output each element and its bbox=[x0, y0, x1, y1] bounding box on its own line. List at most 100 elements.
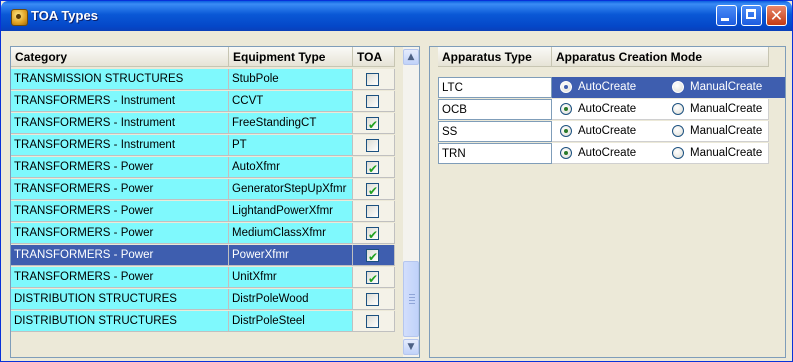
auto-create-radio[interactable] bbox=[560, 147, 572, 159]
table-row[interactable]: TRANSFORMERS - Power LightandPowerXfmr bbox=[11, 201, 395, 223]
scroll-down-button[interactable]: ▼ bbox=[403, 339, 419, 355]
creation-mode-cell: AutoCreate ManualCreate bbox=[552, 121, 769, 142]
auto-create-label[interactable]: AutoCreate bbox=[578, 143, 636, 164]
toa-checkbox[interactable]: ✔ bbox=[366, 161, 379, 176]
manual-create-label[interactable]: ManualCreate bbox=[690, 143, 762, 164]
manual-create-radio[interactable] bbox=[672, 103, 684, 115]
auto-create-label[interactable]: AutoCreate bbox=[578, 99, 636, 120]
toa-cell bbox=[353, 201, 395, 222]
toa-types-window: TOA Types ✕ Category Equipment Type TOA … bbox=[0, 0, 793, 362]
column-header-apparatus-type[interactable]: Apparatus Type bbox=[438, 47, 552, 67]
auto-create-radio[interactable] bbox=[560, 125, 572, 137]
table-row[interactable]: TRANSFORMERS - Instrument CCVT bbox=[11, 91, 395, 113]
table-row[interactable]: TRANSFORMERS - Power GeneratorStepUpXfmr ✔ bbox=[11, 179, 395, 201]
category-cell[interactable]: TRANSFORMERS - Power bbox=[11, 223, 229, 244]
table-row[interactable]: TRANSFORMERS - Power PowerXfmr ✔ bbox=[11, 245, 395, 267]
toa-checkbox[interactable]: ✔ bbox=[366, 249, 379, 264]
apparatus-row[interactable]: LTC AutoCreate ManualCreate bbox=[430, 77, 785, 99]
manual-create-label[interactable]: ManualCreate bbox=[690, 77, 762, 98]
category-cell[interactable]: TRANSFORMERS - Power bbox=[11, 179, 229, 200]
toa-cell bbox=[353, 289, 395, 310]
auto-create-label[interactable]: AutoCreate bbox=[578, 77, 636, 98]
toa-cell: ✔ bbox=[353, 179, 395, 200]
apparatus-row[interactable]: TRN AutoCreate ManualCreate bbox=[430, 143, 785, 165]
category-cell[interactable]: TRANSFORMERS - Power bbox=[11, 201, 229, 222]
title-bar[interactable]: TOA Types ✕ bbox=[1, 1, 792, 31]
table-row[interactable]: TRANSFORMERS - Power MediumClassXfmr ✔ bbox=[11, 223, 395, 245]
column-header-category[interactable]: Category bbox=[11, 47, 229, 67]
table-row[interactable]: TRANSFORMERS - Instrument PT bbox=[11, 135, 395, 157]
scroll-up-button[interactable]: ▲ bbox=[403, 49, 419, 65]
toa-cell: ✔ bbox=[353, 157, 395, 178]
table-row[interactable]: TRANSMISSION STRUCTURES StubPole bbox=[11, 69, 395, 91]
category-cell[interactable]: TRANSFORMERS - Instrument bbox=[11, 91, 229, 112]
manual-create-radio[interactable] bbox=[672, 81, 684, 93]
column-header-toa[interactable]: TOA bbox=[353, 47, 395, 67]
category-cell[interactable]: TRANSFORMERS - Power bbox=[11, 157, 229, 178]
checkmark-icon: ✔ bbox=[368, 250, 379, 264]
toa-checkbox[interactable]: ✔ bbox=[366, 271, 379, 286]
scroll-thumb[interactable] bbox=[403, 261, 419, 337]
equipment-type-cell[interactable]: CCVT bbox=[229, 91, 353, 112]
equipment-type-cell[interactable]: StubPole bbox=[229, 69, 353, 90]
category-cell[interactable]: TRANSFORMERS - Power bbox=[11, 245, 229, 266]
table-row[interactable]: TRANSFORMERS - Instrument FreeStandingCT ✔ bbox=[11, 113, 395, 135]
apparatus-row[interactable]: OCB AutoCreate ManualCreate bbox=[430, 99, 785, 121]
toa-checkbox[interactable] bbox=[366, 139, 379, 152]
equipment-type-cell[interactable]: MediumClassXfmr bbox=[229, 223, 353, 244]
toa-checkbox[interactable]: ✔ bbox=[366, 117, 379, 132]
toa-checkbox[interactable] bbox=[366, 95, 379, 108]
grip-line bbox=[409, 300, 415, 301]
toa-checkbox[interactable]: ✔ bbox=[366, 227, 379, 242]
toa-checkbox[interactable]: ✔ bbox=[366, 183, 379, 198]
category-cell[interactable]: TRANSFORMERS - Instrument bbox=[11, 135, 229, 156]
auto-create-radio[interactable] bbox=[560, 81, 572, 93]
table-row[interactable]: DISTRIBUTION STRUCTURES DistrPoleWood bbox=[11, 289, 395, 311]
apparatus-type-field[interactable]: LTC bbox=[438, 77, 552, 98]
column-header-creation-mode[interactable]: Apparatus Creation Mode bbox=[552, 47, 769, 67]
category-cell[interactable]: TRANSFORMERS - Power bbox=[11, 267, 229, 288]
toa-cell bbox=[353, 91, 395, 112]
category-cell[interactable]: TRANSFORMERS - Instrument bbox=[11, 113, 229, 134]
toa-cell: ✔ bbox=[353, 113, 395, 134]
equipment-type-cell[interactable]: LightandPowerXfmr bbox=[229, 201, 353, 222]
vertical-scrollbar[interactable]: ▲ ▼ bbox=[403, 47, 419, 357]
apparatus-row[interactable]: SS AutoCreate ManualCreate bbox=[430, 121, 785, 143]
maximize-button[interactable] bbox=[741, 5, 762, 26]
manual-create-label[interactable]: ManualCreate bbox=[690, 99, 762, 120]
apparatus-type-field[interactable]: SS bbox=[438, 121, 552, 142]
equipment-type-cell[interactable]: FreeStandingCT bbox=[229, 113, 353, 134]
table-row[interactable]: TRANSFORMERS - Power AutoXfmr ✔ bbox=[11, 157, 395, 179]
table-row[interactable]: DISTRIBUTION STRUCTURES DistrPoleSteel bbox=[11, 311, 395, 333]
toa-checkbox[interactable] bbox=[366, 205, 379, 218]
manual-create-radio[interactable] bbox=[672, 147, 684, 159]
equipment-type-cell[interactable]: UnitXfmr bbox=[229, 267, 353, 288]
auto-create-label[interactable]: AutoCreate bbox=[578, 121, 636, 142]
manual-create-label[interactable]: ManualCreate bbox=[690, 121, 762, 142]
toa-cell bbox=[353, 135, 395, 156]
apparatus-type-field[interactable]: OCB bbox=[438, 99, 552, 120]
apparatus-type-field[interactable]: TRN bbox=[438, 143, 552, 164]
equipment-type-cell[interactable]: GeneratorStepUpXfmr bbox=[229, 179, 353, 200]
equipment-type-cell[interactable]: DistrPoleWood bbox=[229, 289, 353, 310]
minimize-button[interactable] bbox=[716, 5, 737, 26]
toa-checkbox[interactable] bbox=[366, 293, 379, 306]
toa-checkbox[interactable] bbox=[366, 73, 379, 86]
column-header-equipment-type[interactable]: Equipment Type bbox=[229, 47, 353, 67]
equipment-type-cell[interactable]: AutoXfmr bbox=[229, 157, 353, 178]
manual-create-radio[interactable] bbox=[672, 125, 684, 137]
category-cell[interactable]: TRANSMISSION STRUCTURES bbox=[11, 69, 229, 90]
checkmark-icon: ✔ bbox=[368, 184, 379, 198]
equipment-type-cell[interactable]: PT bbox=[229, 135, 353, 156]
close-button[interactable]: ✕ bbox=[766, 5, 787, 26]
equipment-type-cell[interactable]: PowerXfmr bbox=[229, 245, 353, 266]
equipment-type-cell[interactable]: DistrPoleSteel bbox=[229, 311, 353, 332]
auto-create-radio[interactable] bbox=[560, 103, 572, 115]
toa-checkbox[interactable] bbox=[366, 315, 379, 328]
toa-cell bbox=[353, 69, 395, 90]
table-row[interactable]: TRANSFORMERS - Power UnitXfmr ✔ bbox=[11, 267, 395, 289]
category-cell[interactable]: DISTRIBUTION STRUCTURES bbox=[11, 311, 229, 332]
category-cell[interactable]: DISTRIBUTION STRUCTURES bbox=[11, 289, 229, 310]
scroll-down-arrow-icon: ▼ bbox=[407, 342, 415, 352]
checkmark-icon: ✔ bbox=[368, 228, 379, 242]
